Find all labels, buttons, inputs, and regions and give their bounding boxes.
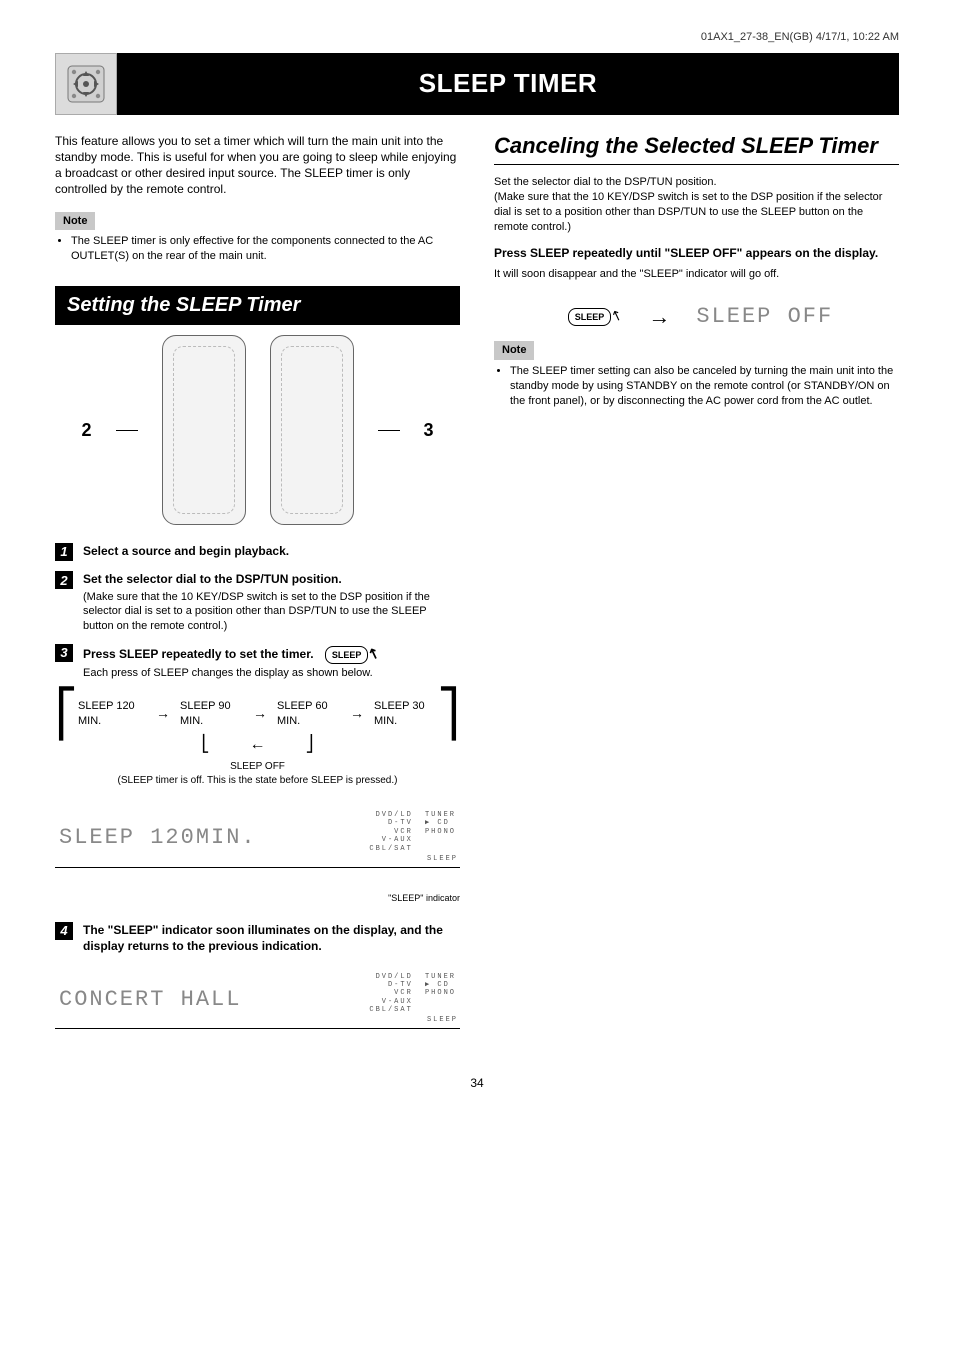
step-2: 2 Set the selector dial to the DSP/TUN p…	[55, 571, 460, 634]
right-column: Canceling the Selected SLEEP Timer Set t…	[494, 133, 899, 1036]
note-2-bullet-0: The SLEEP timer setting can also be canc…	[510, 364, 899, 409]
sleep-indicator-callout: "SLEEP" indicator	[55, 892, 460, 904]
right-display-row: SLEEP ↖ → SLEEP OFF	[494, 302, 899, 332]
display-2-sleep-indicator: SLEEP	[427, 1016, 458, 1024]
display-2-sources: DVD/LD D-TV VCR V-AUX CBL/SAT TUNER ▶ CD…	[369, 973, 456, 1015]
step-2-title: Set the selector dial to the DSP/TUN pos…	[83, 571, 460, 587]
page-title: SLEEP TIMER	[117, 53, 899, 115]
cycle-item-0: SLEEP 120 MIN.	[78, 699, 146, 729]
cursor-icon: ↖	[365, 643, 382, 665]
sleep-button-icon: SLEEP	[568, 308, 612, 326]
callout-3: 3	[424, 418, 434, 442]
display-1-sources: DVD/LD D-TV VCR V-AUX CBL/SAT TUNER ▶ CD…	[369, 811, 456, 853]
right-display-text: SLEEP OFF	[696, 302, 833, 332]
step-1: 1 Select a source and begin playback.	[55, 543, 460, 561]
right-intro: Set the selector dial to the DSP/TUN pos…	[494, 175, 899, 234]
section-cancel-title: Canceling the Selected SLEEP Timer	[494, 133, 899, 165]
callout-line-left	[116, 430, 138, 431]
step-number-2: 2	[55, 571, 73, 589]
cycle-item-2: SLEEP 60 MIN.	[277, 699, 340, 729]
display-1-sleep-indicator: SLEEP	[427, 855, 458, 863]
display-2-text: CONCERT HALL	[59, 985, 241, 1015]
note-label-2: Note	[494, 341, 534, 360]
cycle-off-desc: (SLEEP timer is off. This is the state b…	[118, 775, 398, 786]
arrow-icon: →	[253, 704, 267, 723]
arrow-icon: →	[350, 704, 364, 723]
note-body: The SLEEP timer is only effective for th…	[71, 234, 460, 264]
step-4: 4 The "SLEEP" indicator soon illuminates…	[55, 922, 460, 956]
arrow-icon: →	[648, 302, 670, 332]
sleep-cycle-diagram: ⎡ SLEEP 120 MIN. → SLEEP 90 MIN. → SLEEP…	[55, 699, 460, 729]
header-meta: 01AX1_27-38_EN(GB) 4/17/1, 10:22 AM	[55, 30, 899, 45]
arrow-icon: →	[156, 704, 170, 723]
step-number-4: 4	[55, 922, 73, 940]
step-2-desc: (Make sure that the 10 KEY/DSP switch is…	[83, 590, 460, 635]
step-1-title: Select a source and begin playback.	[83, 543, 460, 559]
callout-line-right	[378, 430, 400, 431]
remote-back-illustration	[270, 335, 354, 525]
cycle-item-1: SLEEP 90 MIN.	[180, 699, 243, 729]
header-row: SLEEP TIMER	[55, 53, 899, 115]
cycle-item-3: SLEEP 30 MIN.	[374, 699, 437, 729]
display-panel-2: CONCERT HALL DVD/LD D-TV VCR V-AUX CBL/S…	[55, 967, 460, 1030]
cursor-icon: ↖	[608, 305, 625, 327]
sleep-button-icon: SLEEP	[325, 646, 369, 664]
right-after: It will soon disappear and the "SLEEP" i…	[494, 267, 899, 282]
step-4-title: The "SLEEP" indicator soon illuminates o…	[83, 922, 460, 954]
note-block-1: Note The SLEEP timer is only effective f…	[55, 212, 460, 265]
return-arrow: ⎣ ← ⎦	[55, 734, 460, 756]
note-label: Note	[55, 212, 95, 231]
display-panel-1: SLEEP 120MIN. DVD/LD D-TV VCR V-AUX CBL/…	[55, 805, 460, 868]
section-setting-title: Setting the SLEEP Timer	[55, 286, 460, 325]
remote-control-icon	[55, 53, 117, 115]
cycle-off-block: SLEEP OFF (SLEEP timer is off. This is t…	[55, 760, 460, 787]
step-3-desc: Each press of SLEEP changes the display …	[83, 666, 460, 681]
display-1-text: SLEEP 120MIN.	[59, 823, 257, 853]
step-number-1: 1	[55, 543, 73, 561]
step-3: 3 Press SLEEP repeatedly to set the time…	[55, 644, 460, 681]
step-number-3: 3	[55, 644, 73, 662]
left-column: This feature allows you to set a timer w…	[55, 133, 460, 1036]
intro-text: This feature allows you to set a timer w…	[55, 133, 460, 198]
remote-front-illustration	[162, 335, 246, 525]
note-block-2: Note The SLEEP timer setting can also be…	[494, 341, 899, 408]
right-main-step: Press SLEEP repeatedly until "SLEEP OFF"…	[494, 245, 899, 261]
cycle-off-label: SLEEP OFF	[230, 761, 285, 772]
remote-illustration-row: 2 3	[55, 335, 460, 525]
footer-page-number: 34	[55, 1075, 899, 1091]
step-3-title: Press SLEEP repeatedly to set the timer.…	[83, 644, 460, 664]
callout-2: 2	[81, 418, 91, 442]
